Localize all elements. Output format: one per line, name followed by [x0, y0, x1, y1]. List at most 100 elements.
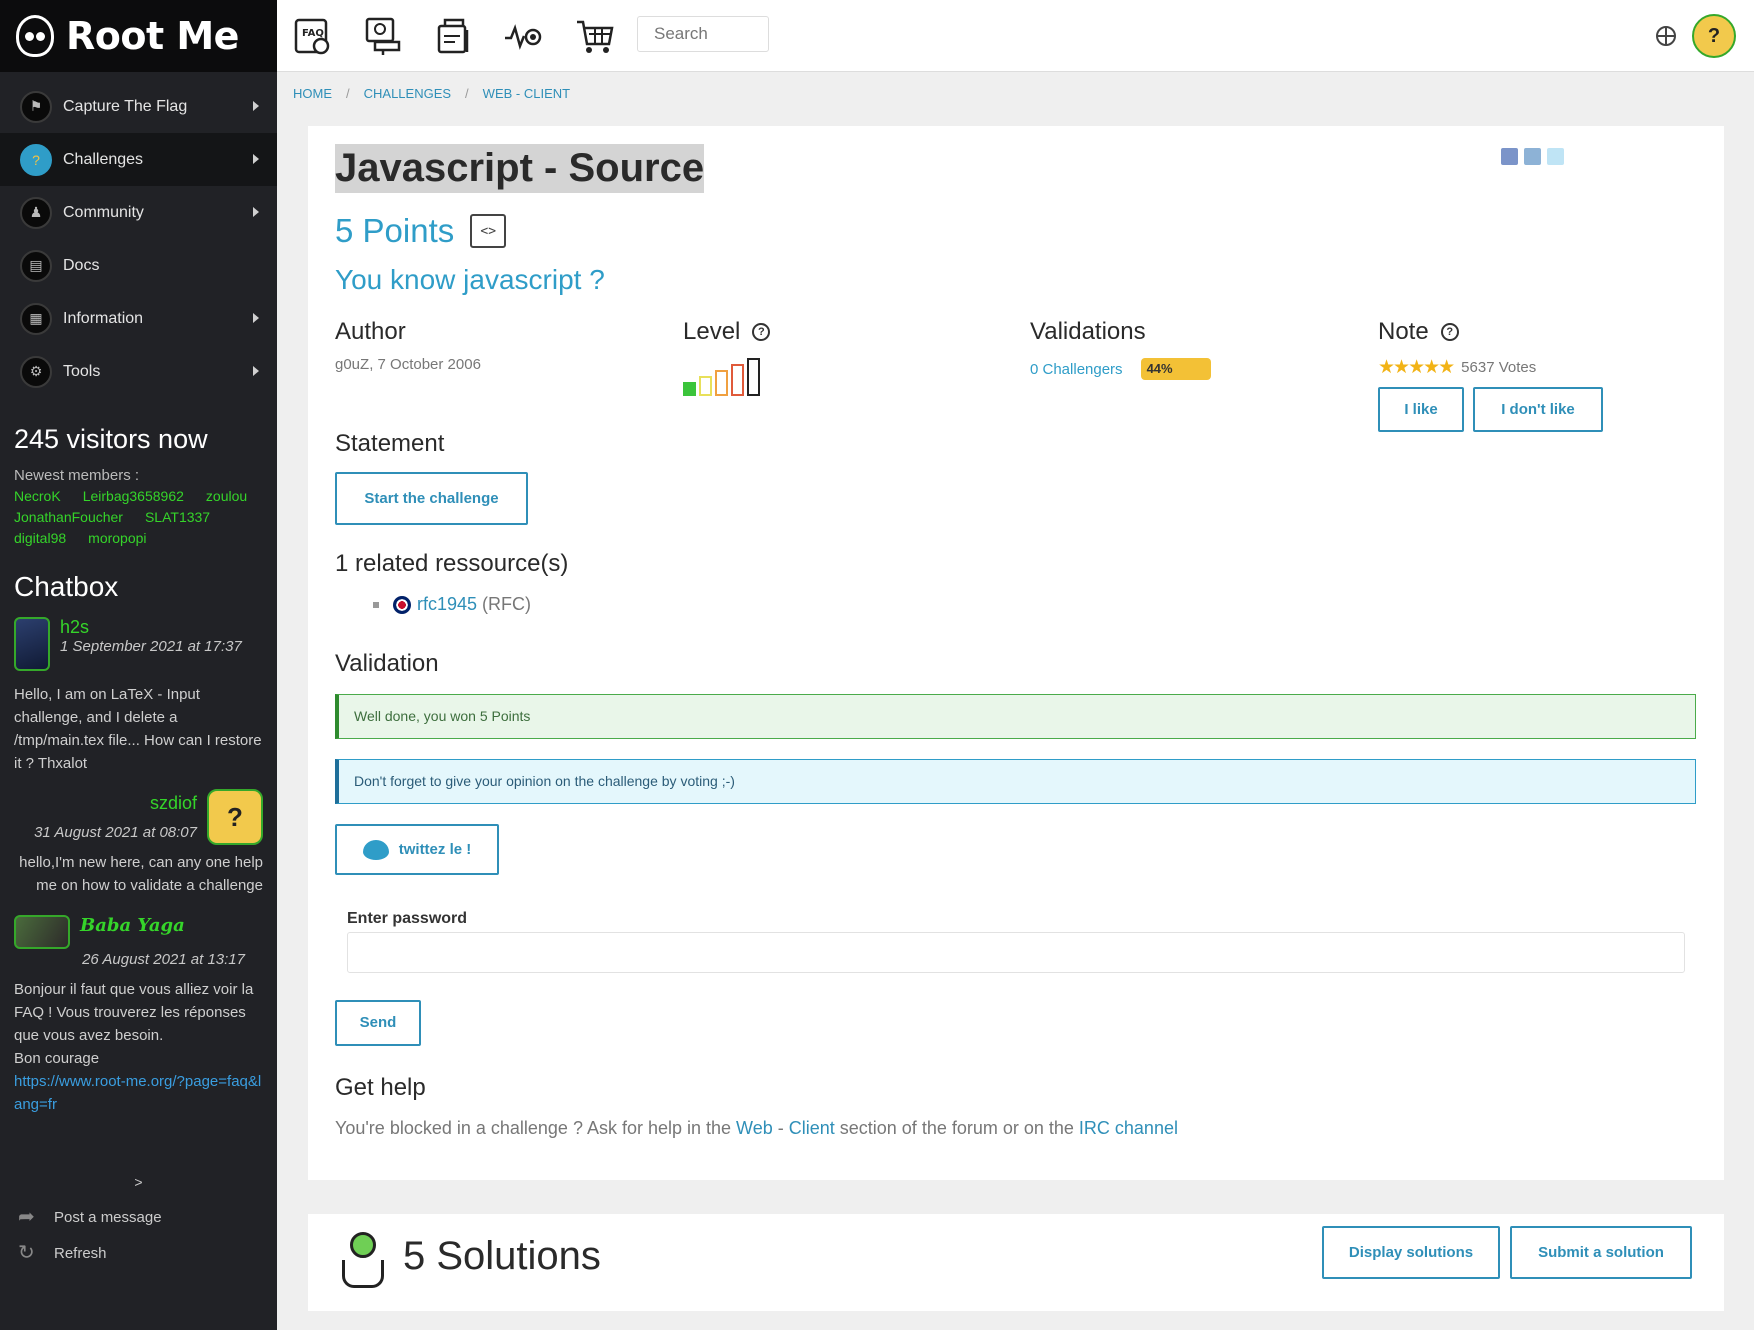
solutions-panel: 5 Solutions Display solutions Submit a s… — [308, 1214, 1724, 1311]
display-solutions-button[interactable]: Display solutions — [1322, 1226, 1500, 1279]
help-text: You're blocked in a challenge ? Ask for … — [335, 1118, 1178, 1139]
validations-label: Validations — [1030, 318, 1146, 345]
tools-icon: ⚙ — [20, 355, 52, 388]
information-icon: ▦ — [20, 302, 52, 335]
user-avatar[interactable]: ? — [1692, 14, 1736, 58]
submit-solution-button[interactable]: Submit a solution — [1510, 1226, 1692, 1279]
level-indicator — [683, 358, 770, 396]
chat-next-button[interactable]: > — [0, 1174, 277, 1190]
note-label: Note — [1378, 318, 1429, 345]
documents-icon[interactable] — [433, 16, 473, 56]
challenges-board-icon[interactable] — [363, 16, 403, 56]
sidebar-item-information[interactable]: ▦ Information — [0, 292, 277, 345]
sidebar-item-label: Information — [63, 309, 144, 327]
post-message-button[interactable]: ➦ Post a message — [0, 1206, 277, 1228]
chatbox-title: Chatbox — [14, 571, 119, 602]
refresh-label: Refresh — [54, 1244, 107, 1262]
author-section: Author g0uZ, 7 October 2006 — [335, 318, 481, 373]
breadcrumb-separator: / — [346, 86, 350, 101]
member-link[interactable]: JonathanFoucher — [14, 509, 123, 525]
chat-date: 31 August 2021 at 08:07 — [34, 824, 197, 841]
docs-icon: ▤ — [20, 249, 52, 282]
skull-logo-icon — [16, 15, 54, 57]
faq-icon[interactable]: FAQ — [293, 16, 333, 56]
search-input[interactable] — [637, 16, 769, 52]
sidebar-item-docs[interactable]: ▤ Docs — [0, 239, 277, 292]
help-text-part: section of the forum or on the — [834, 1118, 1079, 1138]
dislike-button[interactable]: I don't like — [1473, 387, 1603, 432]
twitter-icon[interactable] — [1547, 148, 1564, 165]
send-button[interactable]: Send — [335, 1000, 421, 1046]
chat-text-body: Bonjour il faut que vous alliez voir la … — [14, 981, 254, 1044]
validations-section: Validations 0 Challengers 44% — [1030, 318, 1211, 380]
chat-date: 26 August 2021 at 13:17 — [82, 951, 245, 968]
validation-percentage-badge: 44% — [1140, 358, 1211, 380]
member-link[interactable]: moropopi — [88, 530, 146, 546]
chat-text: hello,I'm new here, can any one help me … — [19, 854, 263, 894]
help-text-part: You're blocked in a challenge ? Ask for … — [335, 1118, 737, 1138]
level-section: Level ? — [683, 318, 771, 396]
chat-text-body: Bon courage — [14, 1050, 100, 1067]
help-icon[interactable]: ? — [1440, 323, 1459, 341]
chat-text: Hello, I am on LaTeX - Input challenge, … — [14, 686, 262, 772]
key-robot-icon — [334, 1232, 392, 1290]
breadcrumb-separator: / — [465, 86, 469, 101]
help-text-part: - — [772, 1118, 789, 1138]
chat-date: 1 September 2021 at 17:37 — [60, 638, 242, 655]
chat-message: h2s 1 September 2021 at 17:37 Hello, I a… — [0, 617, 277, 775]
avatar[interactable] — [14, 915, 70, 949]
chat-username[interactable]: h2s — [60, 617, 242, 638]
avatar[interactable] — [14, 617, 50, 671]
sidebar-item-challenges[interactable]: ? Challenges — [0, 133, 277, 186]
irc-channel-link[interactable]: IRC channel — [1079, 1118, 1178, 1138]
linkedin-icon[interactable] — [1524, 148, 1541, 165]
refresh-button[interactable]: ↻ Refresh — [0, 1242, 277, 1264]
tweet-button[interactable]: twittez le ! — [335, 824, 499, 875]
chat-username[interactable]: Baba Yaga — [80, 915, 185, 936]
sidebar-item-capture-the-flag[interactable]: ⚑ Capture The Flag — [0, 80, 277, 133]
language-globe-icon[interactable] — [1656, 26, 1676, 46]
member-link[interactable]: Leirbag3658962 — [83, 488, 184, 504]
radar-icon[interactable] — [503, 16, 543, 56]
like-button[interactable]: I like — [1378, 387, 1464, 432]
challenge-panel: Javascript - Source 5 Points <> You know… — [308, 126, 1724, 1180]
start-challenge-button[interactable]: Start the challenge — [335, 472, 528, 525]
member-link[interactable]: SLAT1337 — [145, 509, 210, 525]
breadcrumb: HOME / CHALLENGES / WEB - CLIENT — [293, 86, 570, 101]
breadcrumb-home[interactable]: HOME — [293, 86, 332, 101]
sidebar: Root Me ⚑ Capture The Flag ? Challenges … — [0, 0, 277, 1330]
forum-client-link[interactable]: Client — [789, 1118, 835, 1138]
sidebar-item-label: Tools — [63, 362, 101, 380]
cart-icon[interactable] — [575, 16, 615, 56]
logo[interactable]: Root Me — [0, 0, 277, 72]
level-bar — [715, 370, 728, 396]
post-message-label: Post a message — [54, 1208, 162, 1226]
resource-link[interactable]: rfc1945 — [417, 594, 477, 615]
password-field[interactable] — [347, 932, 1685, 973]
sidebar-item-community[interactable]: ♟ Community — [0, 186, 277, 239]
forum-web-link[interactable]: Web — [736, 1118, 773, 1138]
challenges-icon: ? — [20, 143, 52, 176]
challengers-link[interactable]: 0 Challengers — [1030, 361, 1123, 378]
avatar[interactable]: ? — [207, 789, 263, 845]
member-link[interactable]: NecroK — [14, 488, 61, 504]
member-link[interactable]: zoulou — [206, 488, 247, 504]
chat-username[interactable]: szdiof — [34, 793, 197, 814]
breadcrumb-challenges[interactable]: CHALLENGES — [364, 86, 451, 101]
community-icon: ♟ — [20, 196, 52, 229]
flag-icon: ⚑ — [20, 90, 52, 123]
faq-link[interactable]: https://www.root-me.org/?page=faq&lang=f… — [14, 1073, 261, 1113]
level-bar — [747, 358, 760, 396]
visitors-count: 245 visitors now — [14, 424, 208, 454]
uk-flag-icon — [393, 595, 411, 614]
resources-heading: 1 related ressource(s) — [335, 550, 569, 577]
caret-right-icon — [253, 313, 259, 323]
share-icons — [1501, 148, 1564, 165]
sidebar-item-label: Challenges — [63, 150, 144, 168]
sidebar-item-tools[interactable]: ⚙ Tools — [0, 345, 277, 398]
author-label: Author — [335, 318, 406, 345]
breadcrumb-web-client[interactable]: WEB - CLIENT — [483, 86, 570, 101]
member-link[interactable]: digital98 — [14, 530, 66, 546]
help-icon[interactable]: ? — [752, 323, 771, 341]
facebook-icon[interactable] — [1501, 148, 1518, 165]
